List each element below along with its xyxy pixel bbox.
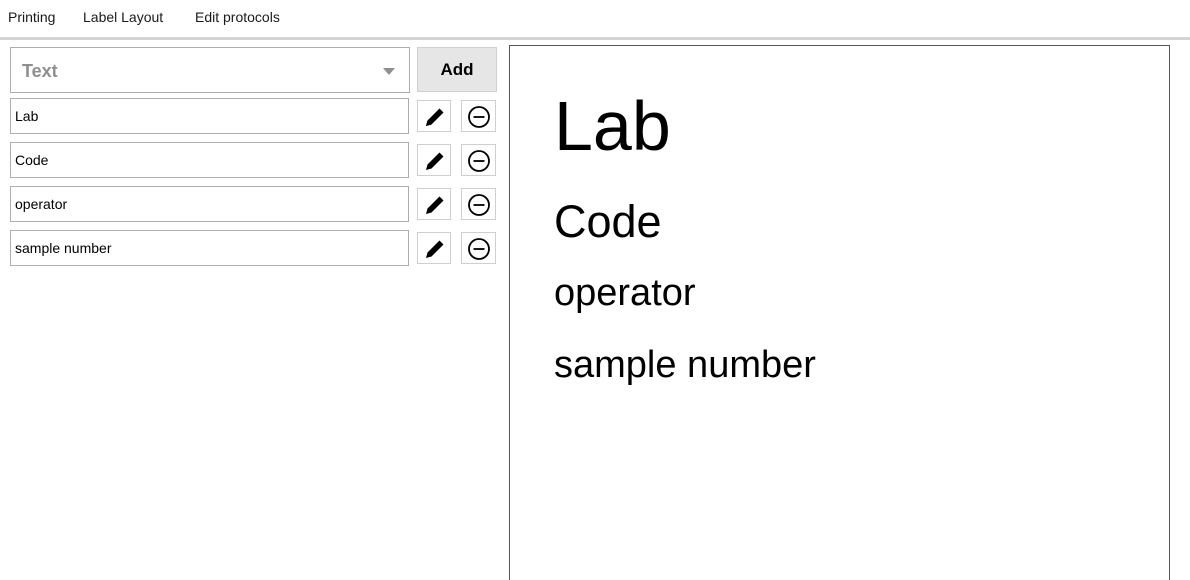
pencil-icon <box>426 196 444 214</box>
edit-field-button[interactable] <box>417 232 451 264</box>
remove-field-button[interactable] <box>461 144 496 176</box>
edit-field-button[interactable] <box>417 100 451 132</box>
field-row: sample number <box>10 230 500 266</box>
element-type-select[interactable]: Text <box>10 47 410 93</box>
pencil-icon <box>426 152 444 170</box>
tab-label-layout[interactable]: Label Layout <box>74 9 174 40</box>
minus-circle-icon <box>468 194 490 216</box>
field-input-operator[interactable]: operator <box>10 186 409 222</box>
tab-bar-divider <box>0 37 1190 40</box>
tab-bar: Printing Label Layout Edit protocols <box>0 0 1190 40</box>
preview-line-code: Code <box>554 196 662 247</box>
remove-field-button[interactable] <box>461 100 496 132</box>
field-row: Lab <box>10 98 500 134</box>
add-button[interactable]: Add <box>417 47 497 92</box>
field-input-sample-number[interactable]: sample number <box>10 230 409 266</box>
pencil-icon <box>426 108 444 126</box>
edit-field-button[interactable] <box>417 144 451 176</box>
field-input-code[interactable]: Code <box>10 142 409 178</box>
tab-printing[interactable]: Printing <box>8 9 55 40</box>
remove-field-button[interactable] <box>461 232 496 264</box>
preview-line-sample-number: sample number <box>554 344 816 386</box>
preview-line-lab: Lab <box>554 87 671 165</box>
preview-line-operator: operator <box>554 272 696 314</box>
field-row: Code <box>10 142 500 178</box>
label-preview: Lab Code operator sample number <box>509 45 1170 580</box>
field-input-lab[interactable]: Lab <box>10 98 409 134</box>
minus-circle-icon <box>468 238 490 260</box>
field-row: operator <box>10 186 500 222</box>
chevron-down-icon <box>383 68 395 75</box>
minus-circle-icon <box>468 150 490 172</box>
minus-circle-icon <box>468 106 490 128</box>
edit-field-button[interactable] <box>417 188 451 220</box>
pencil-icon <box>426 240 444 258</box>
element-type-select-value: Text <box>22 61 58 81</box>
remove-field-button[interactable] <box>461 188 496 220</box>
tab-edit-protocols[interactable]: Edit protocols <box>195 9 280 40</box>
